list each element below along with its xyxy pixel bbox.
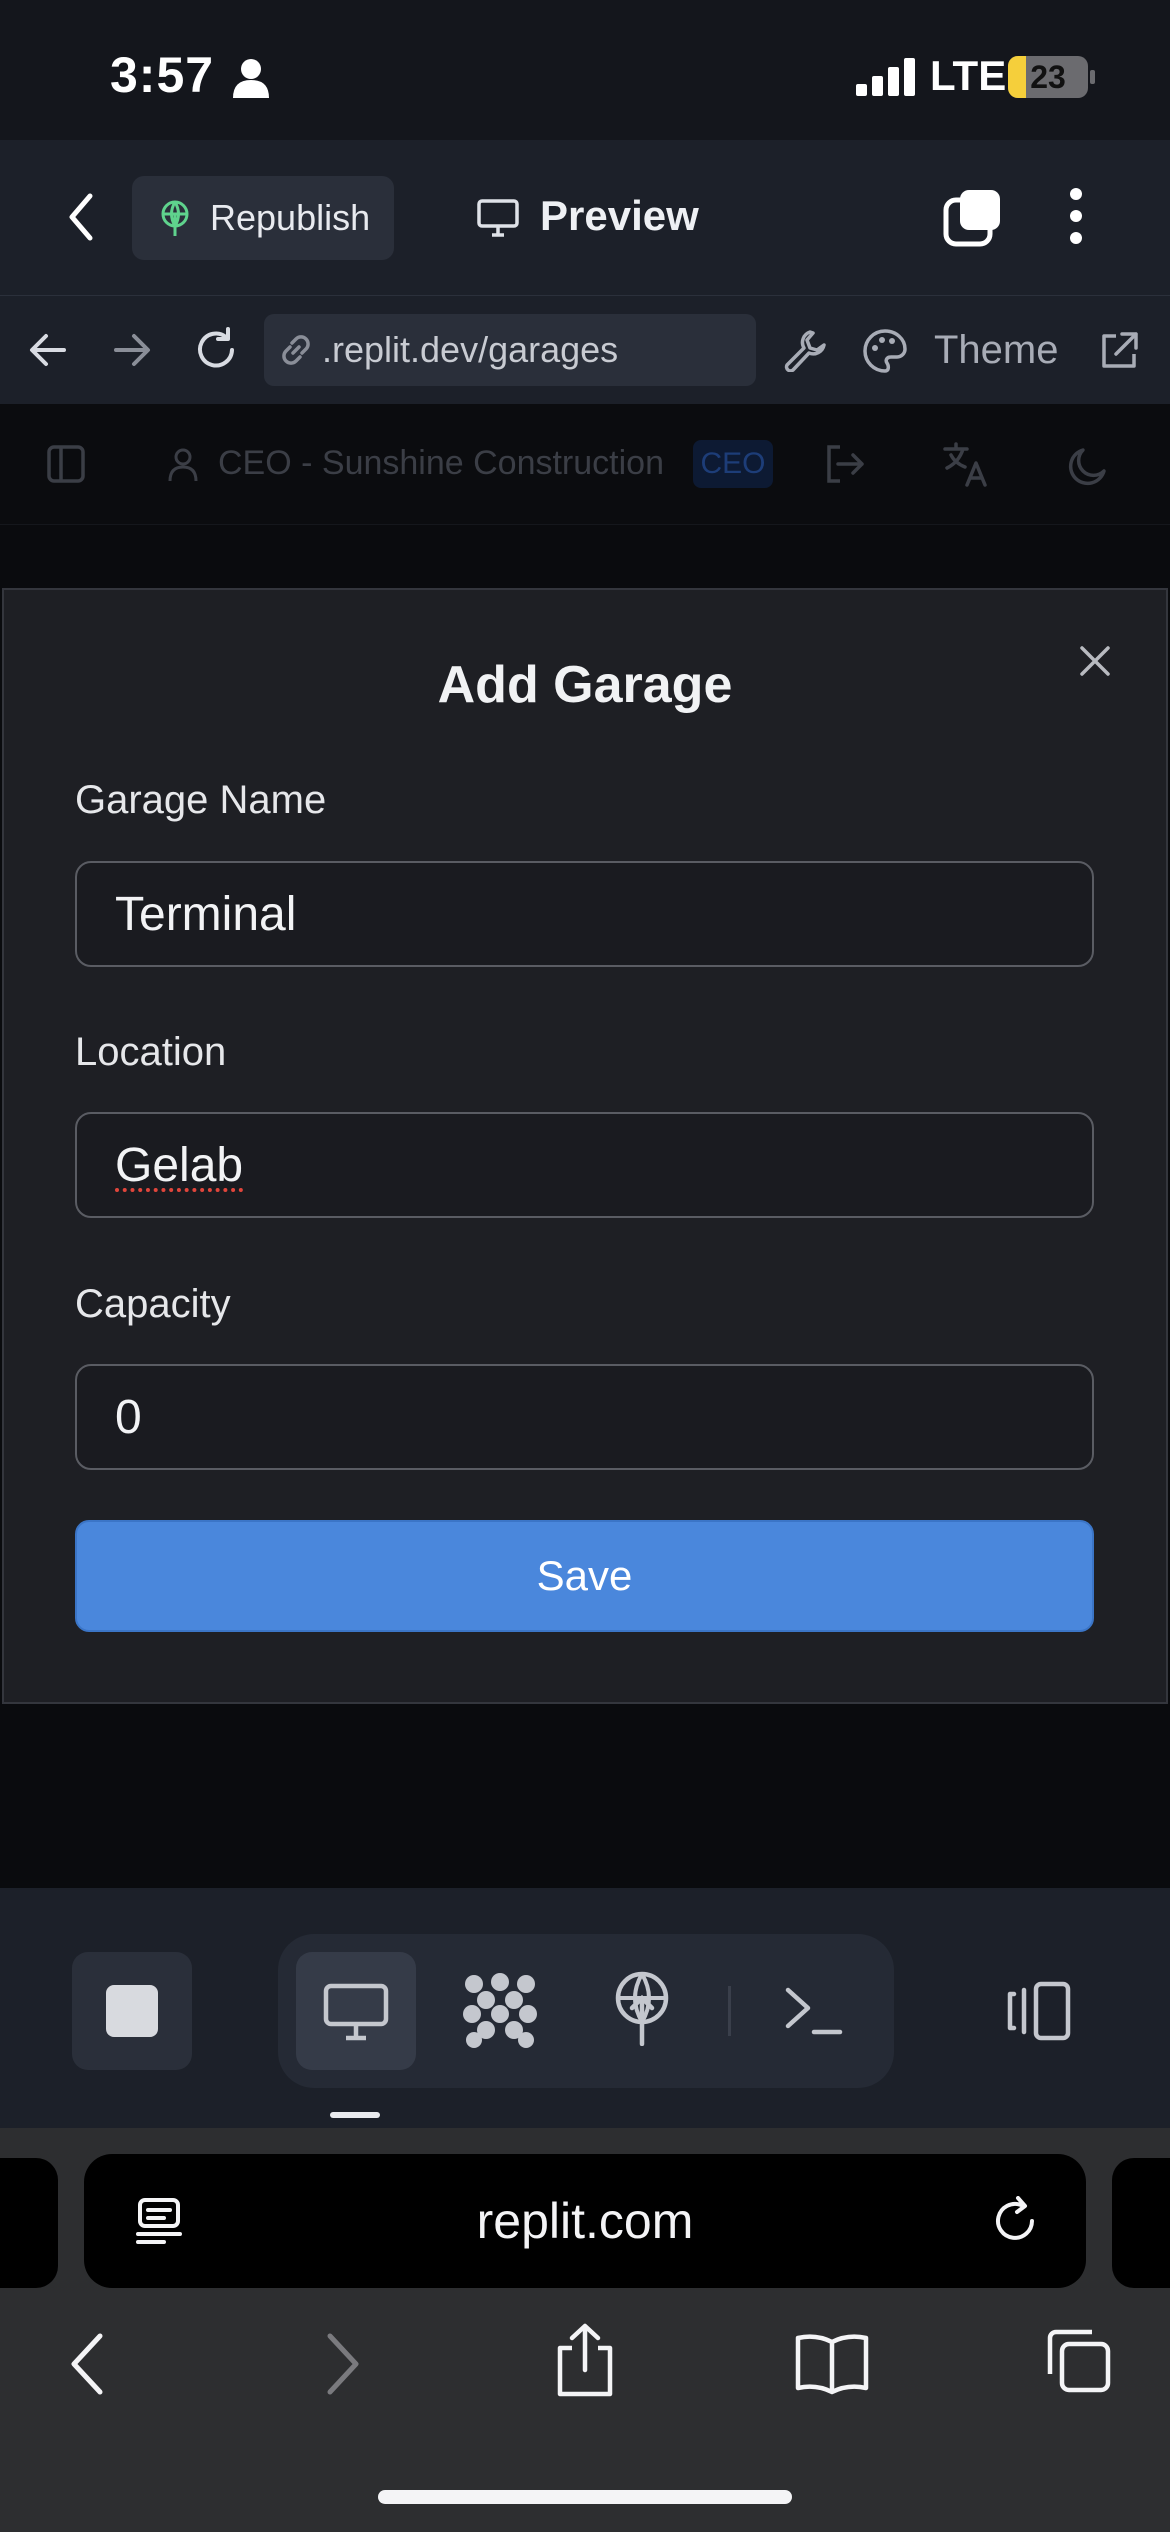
logout-icon[interactable] [824,444,866,484]
republish-button[interactable]: Republish [132,176,394,260]
capacity-value: 0 [115,1390,142,1444]
preview-tab[interactable]: Preview [540,192,699,240]
republish-label: Republish [210,197,371,238]
status-time: 3:57 [110,47,215,103]
next-tab-preview[interactable] [1112,2158,1170,2288]
signal-icon [856,58,918,96]
url-field[interactable]: .replit.dev/garages [264,314,756,386]
monitor-icon [322,1982,390,2042]
battery-tip [1090,70,1095,84]
previous-tab-preview[interactable] [0,2158,58,2288]
reload-icon[interactable] [990,2196,1040,2246]
back-icon[interactable] [68,2332,108,2396]
url-text: .replit.dev/garages [322,329,619,370]
link-icon [278,332,314,368]
current-user-label: CEO - Sunshine Construction [218,444,664,482]
battery-charging-icon: 23 [1008,56,1088,98]
user-icon [168,448,198,482]
garage-name-label: Garage Name [75,778,327,822]
tabs-icon[interactable] [942,186,1004,248]
wrench-icon[interactable] [782,328,826,372]
battery-level: 23 [1030,58,1066,95]
save-button[interactable]: Save [75,1520,1094,1632]
republish-icon [158,199,192,237]
safari-domain: replit.com [476,2193,694,2249]
location-value: Gelab [115,1138,244,1192]
stop-icon [106,1985,158,2037]
reload-icon[interactable] [192,326,240,374]
close-icon[interactable] [1078,644,1112,678]
agent-icon[interactable] [460,1970,540,2050]
network-type: LTE [930,52,1007,99]
more-vertical-icon[interactable] [1068,186,1084,246]
terminal-icon[interactable] [784,1984,844,2038]
external-link-icon[interactable] [1098,330,1140,372]
share-icon[interactable] [552,2322,618,2398]
location-label: Location [75,1030,227,1074]
forward-arrow-icon[interactable] [112,332,152,368]
home-indicator [378,2490,792,2504]
monitor-icon [476,198,520,238]
capacity-input[interactable]: 0 [75,1364,1094,1470]
toolbar-indicator [330,2112,380,2118]
garage-name-value: Terminal [115,887,297,941]
forward-icon[interactable] [322,2332,362,2396]
person-icon [232,58,270,98]
back-chevron-icon[interactable] [66,192,96,242]
device-switch-icon[interactable] [1002,1980,1072,2042]
sidebar-toggle-icon[interactable] [46,444,86,484]
moon-icon[interactable] [1068,444,1110,486]
translate-icon[interactable] [942,440,990,488]
capacity-label: Capacity [75,1282,231,1326]
tabs-icon[interactable] [1044,2326,1114,2396]
theme-button[interactable]: Theme [934,328,1059,373]
location-input[interactable]: Gelab [75,1112,1094,1218]
tool-divider [728,1986,731,2036]
deploy-icon[interactable] [612,1970,672,2046]
garage-name-input[interactable]: Terminal [75,861,1094,967]
role-badge: CEO [693,440,773,488]
stop-button[interactable] [72,1952,192,2070]
palette-icon[interactable] [862,328,908,374]
bookmarks-icon[interactable] [794,2332,870,2396]
dialog-title: Add Garage [437,656,733,714]
back-arrow-icon[interactable] [28,332,68,368]
